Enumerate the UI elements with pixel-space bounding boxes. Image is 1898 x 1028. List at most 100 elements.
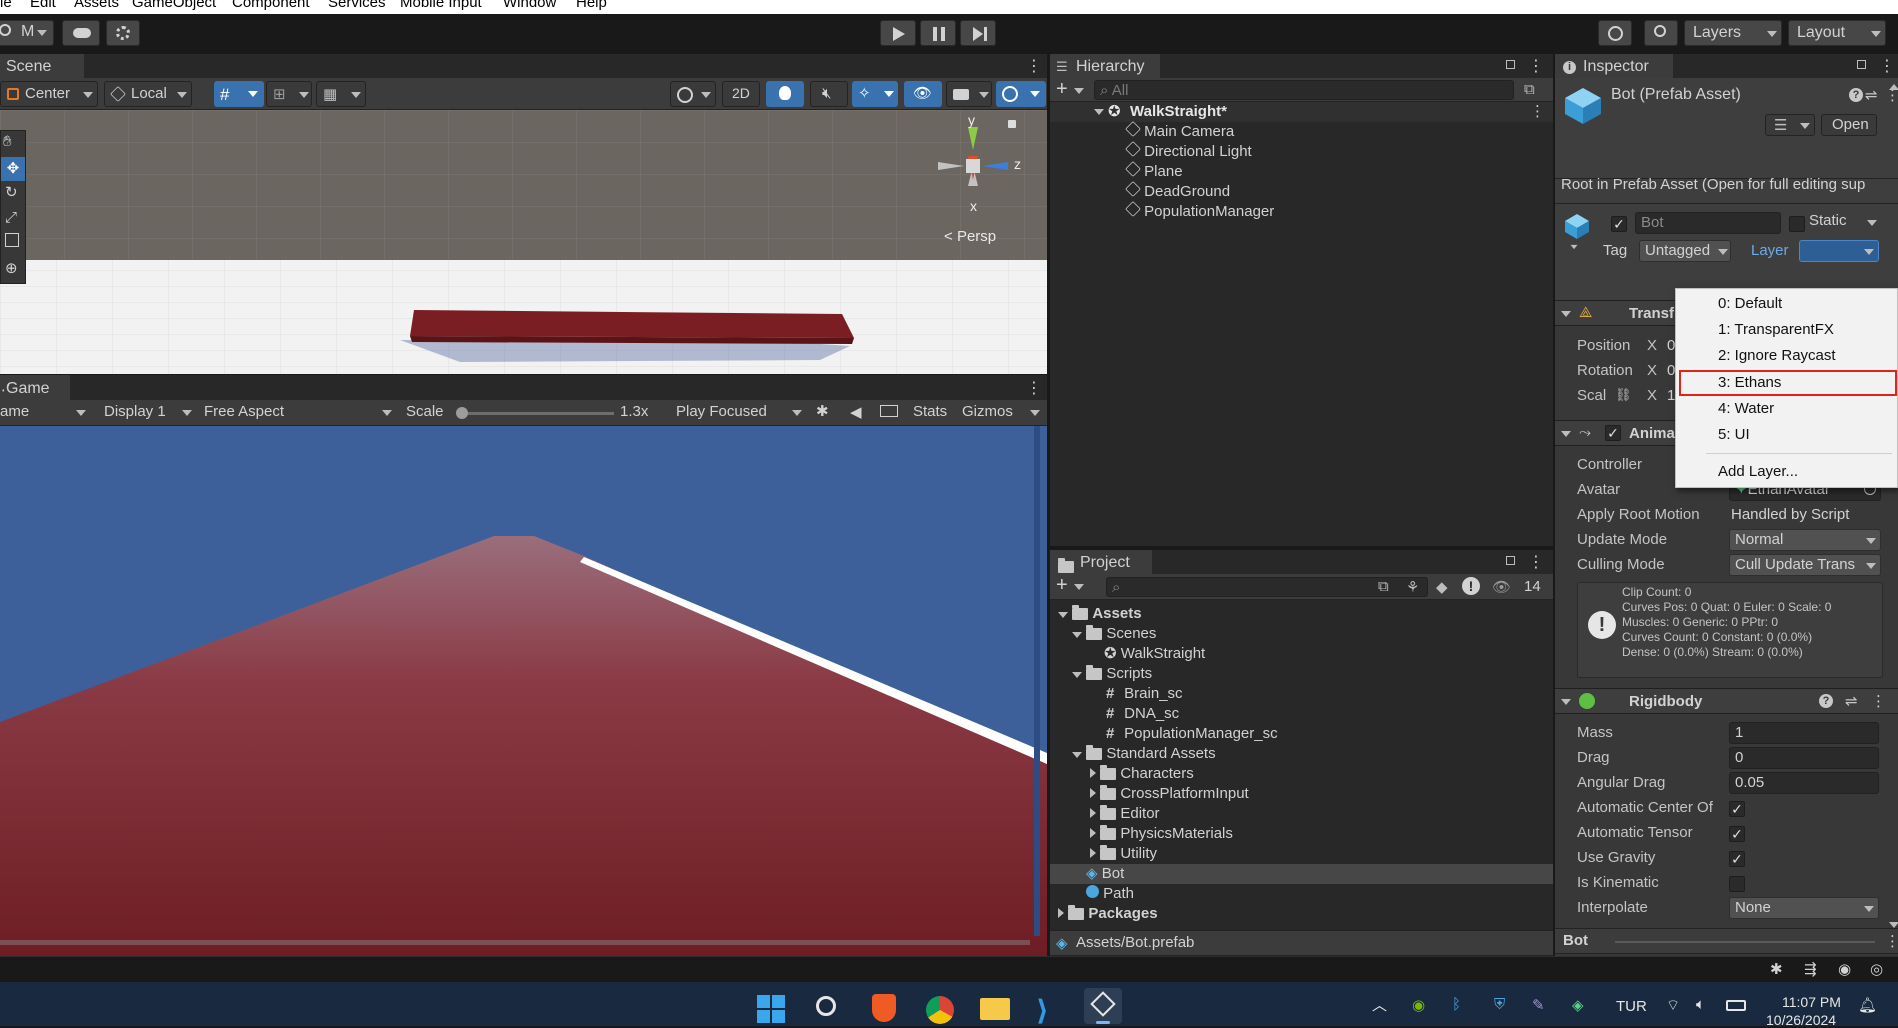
update-mode-dropdown[interactable]: Normal (1729, 529, 1881, 551)
tree-packages[interactable]: Packages (1058, 904, 1158, 924)
status-icon-3[interactable]: ◉ (1838, 960, 1851, 978)
expand-arrow-icon[interactable] (1058, 612, 1068, 618)
tab-inspector[interactable]: i Inspector (1555, 54, 1673, 78)
animator-enabled-checkbox[interactable]: ✓ (1605, 425, 1621, 441)
warning-icon[interactable]: ! (1462, 577, 1480, 595)
scroll-up-icon[interactable] (1889, 84, 1898, 90)
volume-icon[interactable]: 🔈︎ (1696, 996, 1705, 1013)
pause-button[interactable] (920, 20, 956, 46)
kebab-menu-icon[interactable]: ⋮ (1879, 56, 1895, 76)
label-icon[interactable]: ◆ (1436, 578, 1448, 596)
rotate-tool-icon[interactable]: ↻ (5, 183, 18, 201)
scale-slider[interactable] (456, 407, 614, 419)
presets-icon[interactable]: ⇌ (1865, 86, 1878, 104)
grid-snap-button[interactable]: # (214, 81, 264, 107)
tree-dna[interactable]: # DNA_sc (1106, 704, 1179, 724)
hierarchy-item[interactable]: PopulationManager (1125, 201, 1526, 222)
notification-bell-icon[interactable]: 🔔︎ (1858, 996, 1877, 1014)
collapse-arrow-icon[interactable] (1090, 828, 1096, 838)
layer-option-ethans[interactable]: 3: Ethans (1718, 372, 1781, 394)
keyboard-icon[interactable] (880, 405, 898, 417)
link-icon[interactable]: ⛓ (1615, 387, 1632, 403)
tree-cpi[interactable]: CrossPlatformInput (1090, 784, 1249, 804)
menu-gameobject[interactable]: GameObject (132, 0, 216, 10)
kebab-menu-icon[interactable]: ⋮ (1528, 552, 1544, 572)
hand-tool-icon[interactable]: ✋︎ (3, 133, 12, 150)
tree-characters[interactable]: Characters (1090, 764, 1194, 784)
defender-icon[interactable]: ⛨ (1494, 996, 1505, 1013)
expand-arrow-icon[interactable] (1094, 109, 1104, 115)
kebab-menu-icon[interactable]: ⋮ (1026, 378, 1042, 398)
account-dropdown[interactable]: M (0, 20, 54, 46)
interpolate-dropdown[interactable]: None (1729, 897, 1879, 919)
status-icon-2[interactable]: ⇶ (1804, 960, 1817, 978)
display-dropdown[interactable]: Display 1 (100, 402, 196, 424)
expand-arrow-icon[interactable] (1561, 699, 1571, 705)
file-explorer-icon[interactable] (980, 998, 1010, 1020)
help-icon[interactable]: ? (1849, 88, 1863, 102)
lock-icon[interactable] (1506, 556, 1515, 565)
inspector-scrollbar[interactable] (1889, 84, 1898, 930)
search-button[interactable] (1644, 20, 1678, 46)
menu-edit[interactable]: Edit (30, 0, 56, 10)
audio-icon[interactable]: ◀︎ (850, 403, 862, 421)
help-icon[interactable]: ? (1819, 694, 1833, 708)
chevron-down-icon[interactable] (1867, 220, 1877, 226)
rect-tool-icon[interactable] (5, 233, 19, 247)
pen-icon[interactable]: ✎ (1532, 996, 1545, 1014)
tray-app-icon[interactable]: ◈ (1572, 996, 1584, 1014)
tree-bot-selected[interactable]: ◈ Bot (1050, 864, 1553, 884)
hierarchy-search-input[interactable]: ⌕ All (1094, 80, 1514, 100)
persp-label[interactable]: < Persp (944, 228, 996, 245)
overrides-dropdown[interactable]: ☰ (1765, 114, 1815, 136)
cloud-button[interactable] (62, 20, 100, 46)
tree-walkstraight[interactable]: ✪ WalkStraight (1104, 644, 1205, 664)
gameobject-name-input[interactable]: Bot (1635, 212, 1781, 234)
camera-dropdown[interactable] (946, 81, 992, 107)
orientation-gizmo[interactable]: y z x (930, 112, 1030, 232)
tree-assets[interactable]: Assets (1058, 604, 1142, 624)
mass-input[interactable]: 1 (1729, 722, 1879, 744)
tag-dropdown[interactable]: Untagged (1639, 240, 1731, 262)
lock-icon[interactable] (1857, 60, 1866, 69)
wifi-icon[interactable]: ⌔ (1666, 996, 1680, 1015)
search-by-type-icon[interactable]: ⧉ (1378, 578, 1389, 595)
expand-arrow-icon[interactable] (1561, 431, 1571, 437)
drag-input[interactable]: 0 (1729, 747, 1879, 769)
increment-snap-button[interactable]: ⊞ (266, 81, 312, 107)
use-gravity-checkbox[interactable]: ✓ (1729, 851, 1745, 867)
nvidia-icon[interactable]: ◉ (1412, 996, 1425, 1014)
tree-utility[interactable]: Utility (1090, 844, 1157, 864)
layer-option-ignore-raycast[interactable]: 2: Ignore Raycast (1718, 345, 1836, 367)
tree-brain[interactable]: # Brain_sc (1106, 684, 1183, 704)
kebab-menu-icon[interactable]: ⋮ (1528, 56, 1544, 76)
collapse-arrow-icon[interactable] (1090, 768, 1096, 778)
hierarchy-item[interactable]: Directional Light (1125, 141, 1526, 162)
effects-dropdown[interactable]: ✧ (852, 81, 898, 107)
play-button[interactable] (880, 20, 916, 46)
kebab-menu-icon[interactable]: ⋮ (1871, 692, 1886, 710)
transform-tool-icon[interactable]: ⊕ (5, 259, 18, 277)
auto-center-checkbox[interactable]: ✓ (1729, 801, 1745, 817)
static-checkbox[interactable] (1789, 216, 1805, 232)
layers-dropdown[interactable]: Layers (1684, 20, 1782, 46)
open-prefab-button[interactable]: Open (1821, 114, 1877, 136)
collapse-arrow-icon[interactable] (1090, 808, 1096, 818)
scale-tool-icon[interactable]: ⤢ (5, 209, 17, 226)
filter-type-icon[interactable]: ⚘ (1406, 578, 1419, 596)
stats-button[interactable]: Stats (913, 403, 947, 420)
play-mode-dropdown[interactable]: Play Focused (672, 402, 806, 424)
hierarchy-item[interactable]: DeadGround (1125, 181, 1526, 202)
2d-toggle[interactable]: 2D (722, 81, 760, 107)
footer-drag-handle[interactable] (1615, 941, 1875, 943)
menu-mobile-input[interactable]: Mobile Input (400, 0, 482, 10)
menu-window[interactable]: Window (503, 0, 556, 10)
menu-services[interactable]: Services (328, 0, 386, 10)
game-viewport[interactable] (0, 426, 1047, 956)
scale-slider-thumb[interactable] (456, 407, 468, 419)
layout-dropdown[interactable]: Layout (1788, 20, 1886, 46)
tree-standard-assets[interactable]: Standard Assets (1072, 744, 1216, 764)
tab-project[interactable]: Project (1050, 550, 1152, 574)
presets-icon[interactable]: ⇌ (1845, 692, 1858, 710)
hidden-packages-icon[interactable]: 👁︎ (1492, 578, 1511, 596)
